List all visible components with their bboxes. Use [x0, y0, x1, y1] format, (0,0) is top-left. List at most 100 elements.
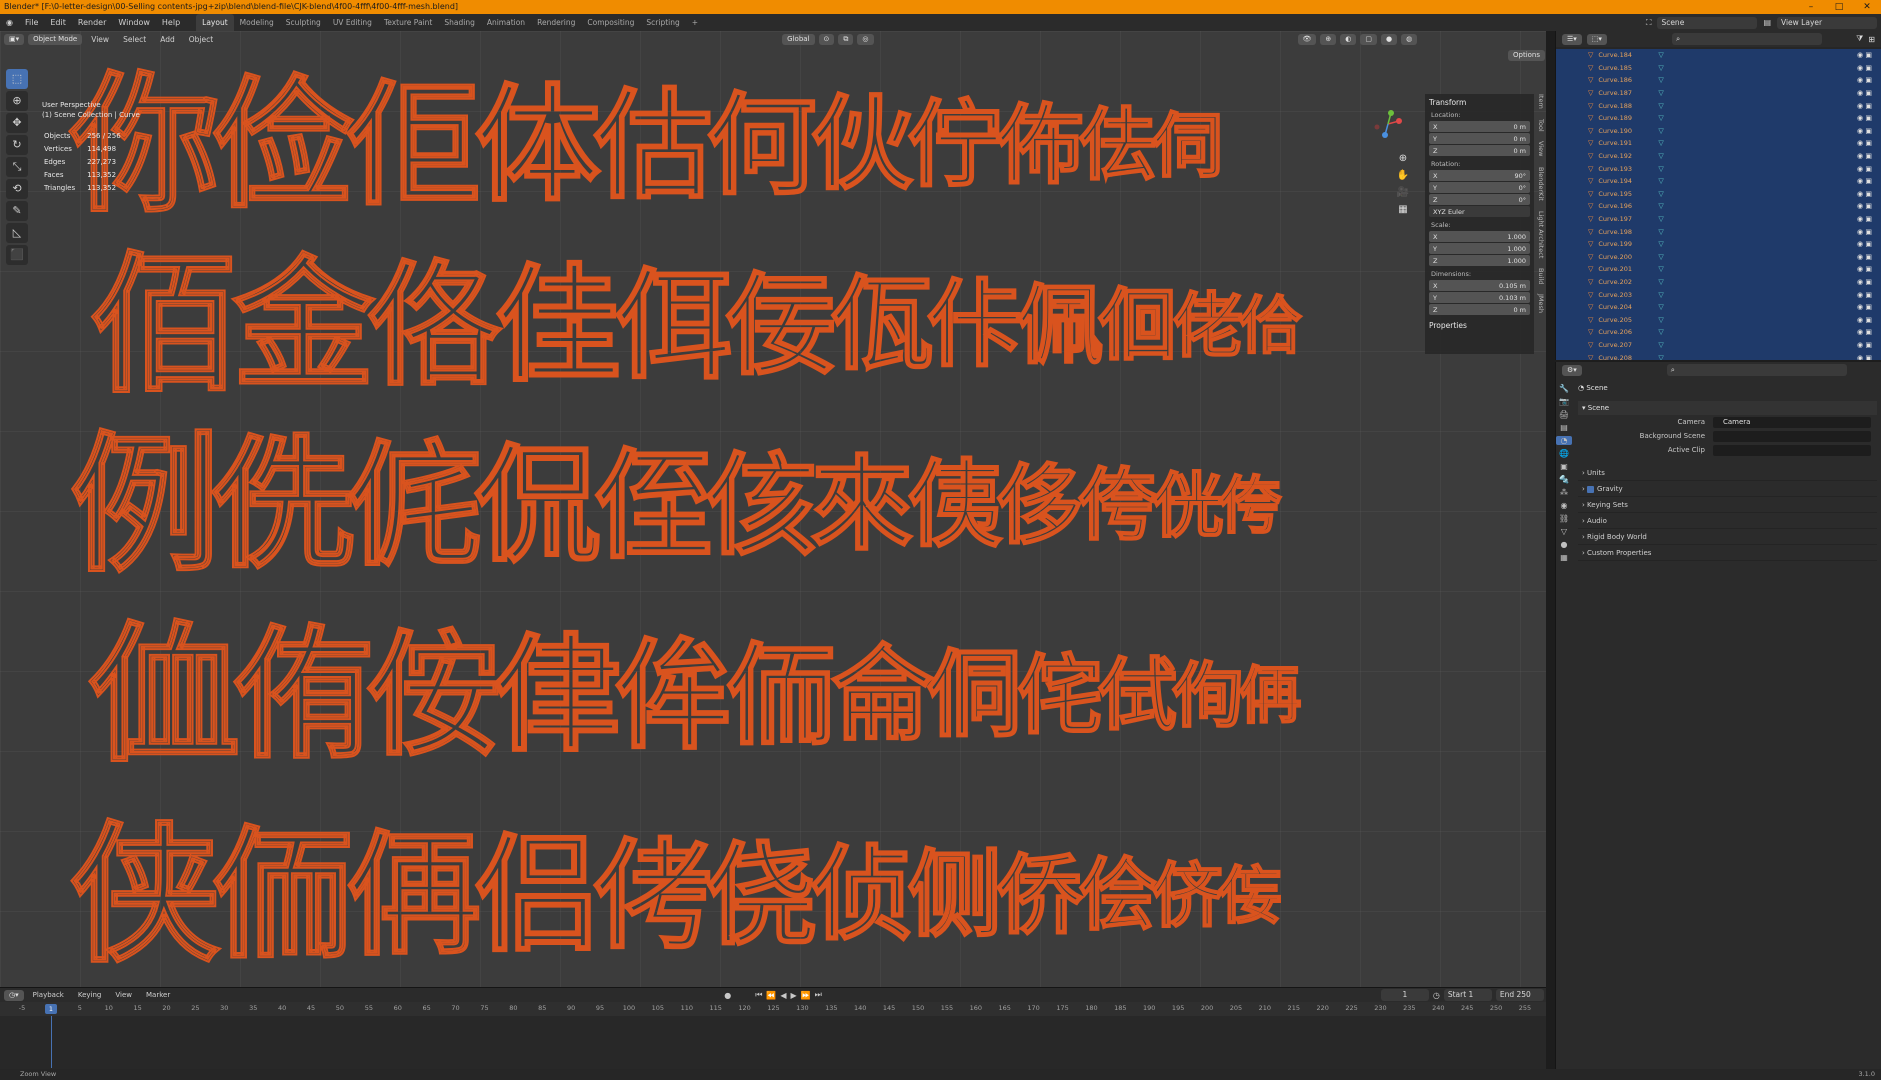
outliner-editor-type-icon[interactable]: ☰▾ — [1562, 33, 1582, 45]
curve-data-icon[interactable]: ▽ — [1658, 253, 1663, 261]
curve-data-icon[interactable]: ▽ — [1658, 76, 1663, 84]
keying-sets-panel[interactable]: › Keying Sets — [1578, 497, 1877, 513]
outliner-row[interactable]: ▽ Curve.201 ▽ ◉ ▣ — [1556, 263, 1881, 276]
scene-panel-header[interactable]: ▾ Scene — [1578, 401, 1877, 415]
outliner-row[interactable]: ▽ Curve.208 ▽ ◉ ▣ — [1556, 351, 1881, 360]
playhead[interactable] — [50, 1016, 52, 1068]
curve-data-icon[interactable]: ▽ — [1658, 114, 1663, 122]
visibility-eye-icon[interactable]: ◉ ▣ — [1857, 139, 1872, 147]
tab-rendering[interactable]: Rendering — [531, 14, 581, 31]
dimensions-z-field[interactable]: Z 0 m — [1429, 304, 1530, 315]
curve-data-icon[interactable]: ▽ — [1658, 328, 1663, 336]
properties-editor[interactable]: ⚙▾ ⌕ 🔧 📷 🖨 ▤ ◔ 🌐 ▣ 🔩 ⁂ ◉ ⛓ ▽ ● ▦ ◔ Scene… — [1555, 362, 1881, 1069]
visibility-eye-icon[interactable]: ◉ ▣ — [1857, 165, 1872, 173]
curve-data-icon[interactable]: ▽ — [1658, 291, 1663, 299]
tab-layout[interactable]: Layout — [196, 14, 234, 31]
dimensions-y-field[interactable]: Y 0.103 m — [1429, 292, 1530, 303]
jump-end-icon[interactable]: ⏭ — [815, 990, 822, 1000]
active-clip-field[interactable] — [1713, 444, 1871, 456]
jump-start-icon[interactable]: ⏮ — [755, 990, 762, 1000]
menu-marker[interactable]: Marker — [141, 991, 175, 999]
outliner-row[interactable]: ▽ Curve.187 ▽ ◉ ▣ — [1556, 87, 1881, 100]
visibility-eye-icon[interactable]: ◉ ▣ — [1857, 202, 1872, 210]
grid-icon[interactable]: ▦ — [1396, 204, 1410, 215]
curve-data-icon[interactable]: ▽ — [1658, 202, 1663, 210]
properties-editor-type-icon[interactable]: ⚙▾ — [1562, 364, 1582, 376]
minimize-icon[interactable]: – — [1797, 0, 1825, 14]
outliner-row[interactable]: ▽ Curve.203 ▽ ◉ ▣ — [1556, 288, 1881, 301]
menu-object[interactable]: Object — [184, 35, 218, 44]
rotation-y-field[interactable]: Y 0° — [1429, 182, 1530, 193]
tab-texture-paint[interactable]: Texture Paint — [378, 14, 438, 31]
object-tab-icon[interactable]: ▣ — [1556, 462, 1572, 471]
maximize-icon[interactable]: □ — [1825, 0, 1853, 14]
tab-compositing[interactable]: Compositing — [581, 14, 640, 31]
sidebar-tab-light-architect[interactable]: Light Architect — [1537, 211, 1545, 258]
shading-render-icon[interactable]: ◍ — [1401, 33, 1418, 45]
timeline-editor[interactable]: ◷▾ Playback Keying View Marker ● ⏮ ⏪ ◀ ▶… — [0, 987, 1546, 1069]
physics-tab-icon[interactable]: ◉ — [1556, 501, 1572, 510]
curve-data-icon[interactable]: ▽ — [1658, 165, 1663, 173]
curve-data-icon[interactable]: ▽ — [1658, 127, 1663, 135]
outliner-list[interactable]: ▽ Curve.184 ▽ ◉ ▣ ▽ Curve.185 ▽ ◉ ▣ ▽ Curve.186 ▽ ◉… — [1556, 49, 1881, 360]
menu-view[interactable]: View — [110, 991, 137, 999]
tab-shading[interactable]: Shading — [438, 14, 480, 31]
pivot-icon[interactable]: ⊙ — [818, 33, 835, 45]
record-icon[interactable]: ● — [724, 991, 731, 1000]
visibility-eye-icon[interactable]: ◉ ▣ — [1857, 215, 1872, 223]
curve-data-icon[interactable]: ▽ — [1658, 102, 1663, 110]
outliner-row[interactable]: ▽ Curve.195 ▽ ◉ ▣ — [1556, 188, 1881, 201]
menu-select[interactable]: Select — [118, 35, 151, 44]
snap-icon[interactable]: ⧉ — [838, 33, 854, 45]
outliner-row[interactable]: ▽ Curve.193 ▽ ◉ ▣ — [1556, 162, 1881, 175]
curve-data-icon[interactable]: ▽ — [1658, 354, 1663, 360]
pan-hand-icon[interactable]: ✋ — [1396, 170, 1410, 181]
orientation-selector[interactable]: Global — [782, 33, 815, 45]
outliner-row[interactable]: ▽ Curve.196 ▽ ◉ ▣ — [1556, 200, 1881, 213]
options-button[interactable]: Options — [1508, 50, 1546, 61]
view-layer-tab-icon[interactable]: ▤ — [1556, 423, 1572, 432]
tool-tab-icon[interactable]: 🔧 — [1556, 384, 1572, 393]
zoom-icon[interactable]: ⊕ — [1396, 153, 1410, 164]
outliner-row[interactable]: ▽ Curve.202 ▽ ◉ ▣ — [1556, 276, 1881, 289]
visibility-eye-icon[interactable]: ◉ ▣ — [1857, 177, 1872, 185]
curve-data-icon[interactable]: ▽ — [1658, 51, 1663, 59]
editor-type-button[interactable]: ▣▾ — [4, 33, 25, 45]
outliner-row[interactable]: ▽ Curve.189 ▽ ◉ ▣ — [1556, 112, 1881, 125]
visibility-eye-icon[interactable]: ◉ ▣ — [1857, 278, 1872, 286]
proportional-edit-icon[interactable]: ◎ — [857, 33, 874, 45]
visibility-eye-icon[interactable]: ◉ ▣ — [1857, 114, 1872, 122]
curve-data-icon[interactable]: ▽ — [1658, 152, 1663, 160]
menu-view[interactable]: View — [86, 35, 114, 44]
display-mode-icon[interactable]: ⬚▾ — [1586, 33, 1607, 45]
next-keyframe-icon[interactable]: ⏩ — [801, 991, 811, 1000]
visibility-eye-icon[interactable]: ◉ ▣ — [1857, 253, 1872, 261]
properties-header[interactable]: Properties — [1429, 321, 1530, 330]
material-tab-icon[interactable]: ● — [1556, 540, 1572, 549]
outliner-row[interactable]: ▽ Curve.192 ▽ ◉ ▣ — [1556, 150, 1881, 163]
close-icon[interactable]: ✕ — [1853, 0, 1881, 14]
units-panel[interactable]: › Units — [1578, 465, 1877, 481]
outliner-row[interactable]: ▽ Curve.207 ▽ ◉ ▣ — [1556, 339, 1881, 352]
menu-window[interactable]: Window — [112, 14, 156, 31]
sidebar-tab-view[interactable]: View — [1537, 141, 1545, 156]
curve-data-icon[interactable]: ▽ — [1658, 341, 1663, 349]
tab-sculpting[interactable]: Sculpting — [280, 14, 327, 31]
curve-data-icon[interactable]: ▽ — [1658, 215, 1663, 223]
dimensions-x-field[interactable]: X 0.105 m — [1429, 280, 1530, 291]
location-z-field[interactable]: Z 0 m — [1429, 145, 1530, 156]
tab-animation[interactable]: Animation — [481, 14, 531, 31]
move-tool-icon[interactable]: ✥ — [6, 113, 28, 133]
view-layer-field[interactable]: View Layer — [1777, 16, 1877, 29]
tab-scripting[interactable]: Scripting — [640, 14, 685, 31]
cursor-tool-icon[interactable]: ⊕ — [6, 91, 28, 111]
xray-icon[interactable]: ▢ — [1360, 33, 1377, 45]
end-frame-field[interactable]: End 250 — [1495, 989, 1544, 1001]
curve-data-icon[interactable]: ▽ — [1658, 278, 1663, 286]
play-icon[interactable]: ▶ — [791, 991, 797, 1000]
filter-icon[interactable]: ⧩ — [1856, 34, 1863, 44]
frame-ruler[interactable]: -5 1 5 10 15 20 25 30 35 40 45 50 55 60 65 70 75 80 85 90 95… — [0, 1002, 1546, 1016]
scale-y-field[interactable]: Y 1.000 — [1429, 243, 1530, 254]
rotation-x-field[interactable]: X 90° — [1429, 170, 1530, 181]
measure-tool-icon[interactable]: ◺ — [6, 223, 28, 243]
